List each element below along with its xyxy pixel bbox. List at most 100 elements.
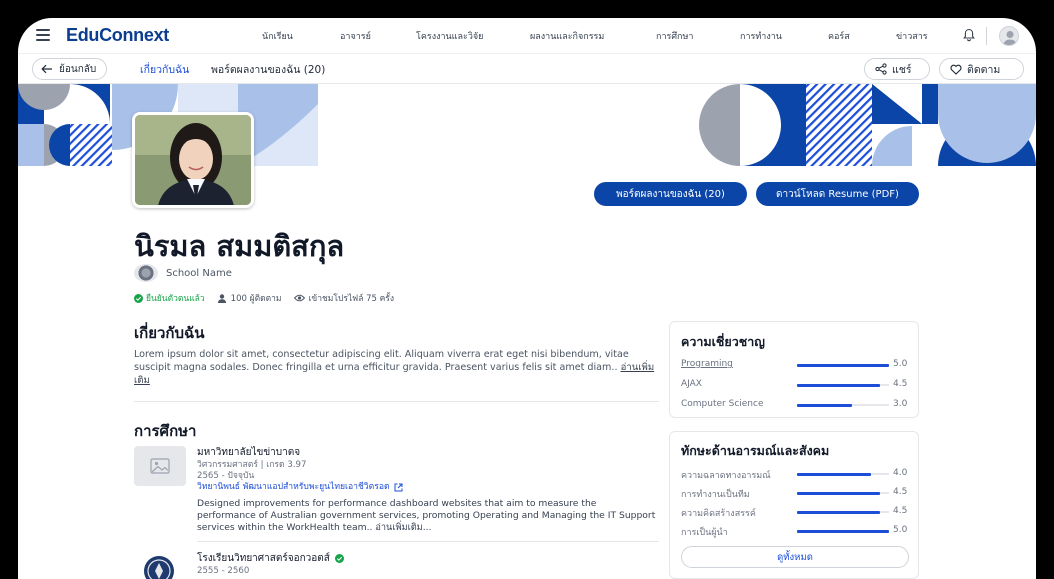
school-name[interactable]: School Name	[166, 268, 232, 279]
study-years: 2565 - ปัจจุบัน	[197, 471, 255, 481]
soft-skill-value: 4.5	[893, 487, 908, 497]
skill-label: AJAX	[681, 379, 702, 389]
nav-courses[interactable]: คอร์ส	[828, 29, 850, 43]
arrow-left-icon	[41, 64, 52, 74]
heart-icon	[950, 64, 962, 75]
school-seal-icon	[144, 556, 174, 579]
soft-skills-card: ทักษะด้านอารมณ์และสังคม ความฉลาดทางอารมณ…	[669, 431, 919, 579]
menu-icon[interactable]	[36, 29, 50, 41]
followers-count: 100 ผู้ติดตาม	[217, 291, 282, 305]
soft-skill-label: ความฉลาดทางอารมณ์	[681, 471, 771, 481]
skill-row: AJAX 4.5	[681, 378, 909, 392]
soft-skill-label: ความคิดสร้างสรรค์	[681, 509, 756, 519]
expertise-title: ความเชี่ยวชาญ	[681, 334, 765, 349]
skill-row: Programing 5.0	[681, 358, 909, 372]
external-link-icon	[394, 483, 403, 492]
nav-jobs[interactable]: การทำงาน	[740, 29, 782, 43]
thesis-link[interactable]: วิทยานิพนธ์ พัฒนาแอปสำหรับพะยูนไทยเอาชีว…	[197, 482, 403, 493]
nav-separator	[986, 27, 987, 45]
verified-badge-icon	[334, 554, 344, 563]
soft-skill-bar-fill	[797, 510, 880, 514]
back-label: ย้อนกลับ	[59, 63, 97, 75]
views-count: เข้าชมโปรไฟล์ 75 ครั้ง	[293, 291, 395, 305]
tab-about[interactable]: เกี่ยวกับฉัน	[140, 61, 190, 86]
image-icon	[150, 458, 170, 474]
share-button[interactable]: แชร์	[864, 58, 930, 80]
education-divider	[197, 541, 659, 542]
portfolio-button[interactable]: พอร์ตผลงานของฉัน (20)	[594, 182, 747, 206]
school-2-years: 2555 - 2560	[197, 566, 250, 576]
soft-skill-bar-fill	[797, 529, 889, 533]
skill-bar	[797, 383, 889, 387]
follow-button[interactable]: ติดตาม	[939, 58, 1024, 80]
soft-skill-value: 4.0	[893, 468, 908, 478]
eye-icon	[293, 294, 305, 302]
bell-icon[interactable]	[962, 28, 976, 42]
soft-skill-row: ความคิดสร้างสรรค์ 4.5	[681, 505, 909, 519]
profile-photo	[132, 112, 254, 208]
soft-skill-bar	[797, 472, 889, 476]
tab-portfolio[interactable]: พอร์ตผลงานของฉัน (20)	[211, 61, 325, 78]
views-label: เข้าชมโปรไฟล์ 75 ครั้ง	[308, 294, 395, 304]
school-2-name[interactable]: โรงเรียนวิทยาศาสตร์จอกวอตส์	[197, 551, 330, 566]
soft-skill-bar-fill	[797, 491, 880, 495]
university-name[interactable]: มหาวิทยาลัยไขข่าบาตจ	[197, 445, 403, 460]
education-item-1: มหาวิทยาลัยไขข่าบาตจ วิศวกรรมศาสตร์ | เก…	[197, 445, 403, 493]
device-frame: EduConnext นักเรียน อาจารย์ โครงงานและวิ…	[0, 0, 1054, 579]
nav-works[interactable]: ผลงานและกิจกรรม	[530, 29, 604, 43]
profile-name: นิรมล สมมติสกุล	[134, 229, 345, 263]
education-item-2: โรงเรียนวิทยาศาสตร์จอกวอตส์ 2555 - 2560	[197, 551, 344, 577]
app-logo[interactable]: EduConnext	[66, 25, 169, 46]
soft-skill-row: การเป็นผู้นำ 5.0	[681, 524, 909, 538]
school-2-row: โรงเรียนวิทยาศาสตร์จอกวอตส์	[197, 551, 344, 566]
skill-value: 5.0	[893, 359, 908, 369]
skill-label[interactable]: Programing	[681, 359, 733, 369]
degree-grade: วิศวกรรมศาสตร์ | เกรด 3.97	[197, 460, 307, 470]
person-icon	[217, 293, 226, 303]
about-text: Lorem ipsum dolor sit amet, consectetur …	[134, 348, 659, 387]
followers-label: 100 ผู้ติดตาม	[230, 294, 282, 304]
back-button[interactable]: ย้อนกลับ	[32, 58, 108, 80]
nav-students[interactable]: นักเรียน	[262, 29, 293, 43]
thesis-title: วิทยานิพนธ์ พัฒนาแอปสำหรับพะยูนไทยเอาชีว…	[197, 482, 390, 492]
soft-skill-row: ความฉลาดทางอารมณ์ 4.0	[681, 467, 909, 481]
profile-meta: ยืนยันตัวตนแล้ว 100 ผู้ติดตาม เข้าชมโปรไ…	[134, 291, 394, 305]
skill-bar	[797, 363, 889, 367]
section-divider	[134, 401, 659, 402]
about-title: เกี่ยวกับฉัน	[134, 324, 205, 342]
user-avatar[interactable]	[999, 26, 1019, 46]
nav-projects[interactable]: โครงงานและวิจัย	[416, 29, 483, 43]
soft-skill-bar-fill	[797, 472, 871, 476]
top-navbar: EduConnext นักเรียน อาจารย์ โครงงานและวิ…	[18, 18, 1036, 54]
skill-bar-fill	[797, 383, 880, 387]
skill-value: 3.0	[893, 399, 908, 409]
soft-skill-bar	[797, 529, 889, 533]
education-readmore-link[interactable]: อ่านเพิ่มเติม...	[375, 522, 431, 533]
nav-news[interactable]: ข่าวสาร	[896, 29, 928, 43]
soft-skill-row: การทำงานเป็นทีม 4.5	[681, 486, 909, 500]
nav-education[interactable]: การศึกษา	[656, 29, 694, 43]
soft-skill-value: 5.0	[893, 525, 908, 535]
school-row: School Name	[134, 264, 232, 282]
download-resume-button[interactable]: ดาวน์โหลด Resume (PDF)	[756, 182, 919, 206]
check-circle-icon	[134, 293, 143, 303]
education-description: Designed improvements for performance da…	[197, 498, 657, 534]
skill-label: Computer Science	[681, 399, 764, 409]
school-seal-icon	[134, 264, 158, 282]
skill-bar-fill	[797, 403, 853, 407]
skill-value: 4.5	[893, 379, 908, 389]
verified-label: ยืนยันตัวตนแล้ว	[146, 294, 205, 304]
university-logo-placeholder	[134, 446, 186, 486]
skill-bar-fill	[797, 363, 889, 367]
about-body: Lorem ipsum dolor sit amet, consectetur …	[134, 349, 629, 373]
share-icon	[875, 63, 887, 75]
nav-teachers[interactable]: อาจารย์	[340, 29, 371, 43]
skill-row: Computer Science 3.0	[681, 398, 909, 412]
app-screen: EduConnext นักเรียน อาจารย์ โครงงานและวิ…	[18, 18, 1036, 579]
see-all-button[interactable]: ดูทั้งหมด	[681, 546, 909, 568]
soft-skill-label: การทำงานเป็นทีม	[681, 490, 750, 500]
expertise-card: ความเชี่ยวชาญ Programing 5.0 AJAX 4.5 Co…	[669, 321, 919, 418]
follow-label: ติดตาม	[967, 63, 1001, 76]
soft-skill-bar	[797, 491, 889, 495]
soft-skill-value: 4.5	[893, 506, 908, 516]
